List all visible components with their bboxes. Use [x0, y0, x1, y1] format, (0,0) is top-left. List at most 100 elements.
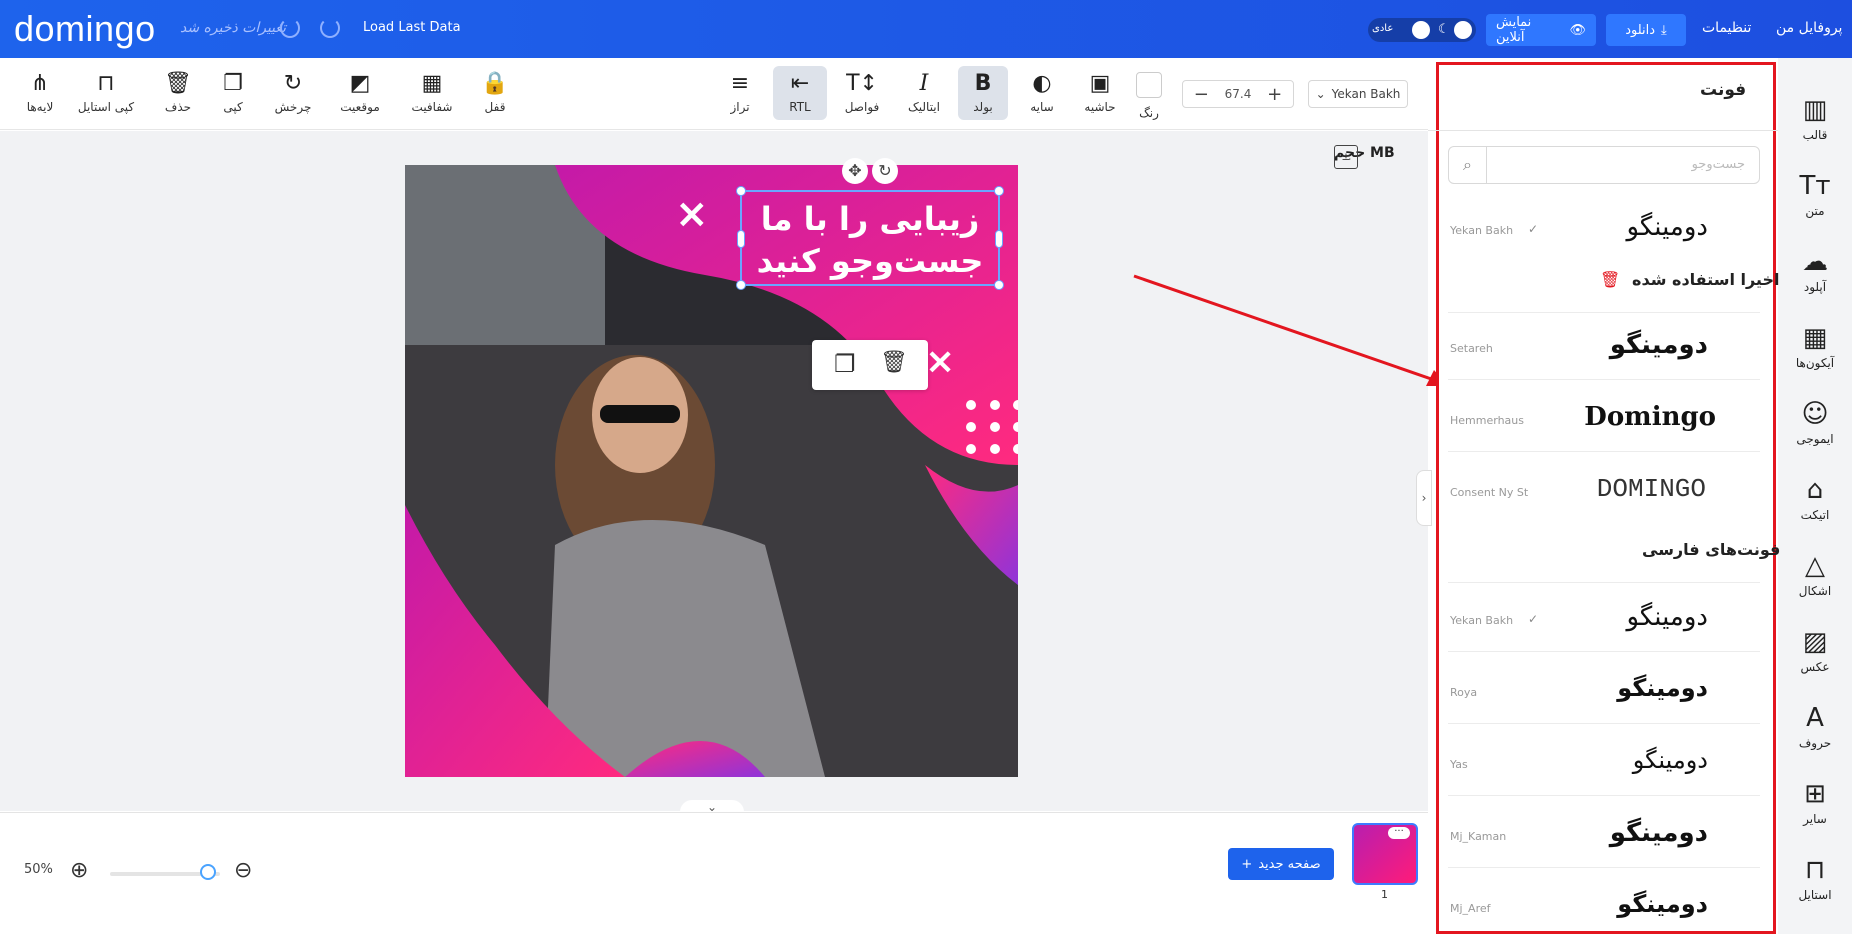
logo: domingo — [14, 8, 156, 49]
rotate-tool[interactable]: ↻ چرخش — [265, 72, 321, 115]
sidebar-item-icons[interactable]: ▦ آیکون‌ها — [1778, 322, 1852, 370]
calculator-icon[interactable]: ± — [1334, 145, 1358, 169]
dark-mode-dot — [1454, 21, 1472, 39]
collapse-panel-tab[interactable]: › — [1416, 470, 1432, 526]
sidebar-item-emoji[interactable]: ☺ ایموجی — [1778, 398, 1852, 446]
spacing-tool[interactable]: T↕ فواصل — [834, 71, 890, 115]
font-row[interactable]: Roya دومینگو — [1448, 664, 1760, 724]
opacity-tool[interactable]: ▦ شفافیت — [404, 72, 460, 115]
copy-icon[interactable]: ❐ — [834, 350, 856, 378]
font-row[interactable]: Consent Ny St DOMINGO — [1448, 464, 1760, 524]
lock-label: قفل — [484, 100, 506, 114]
move-icon[interactable]: ✥ — [842, 158, 868, 184]
italic-tool[interactable]: I ایتالیک — [896, 72, 952, 115]
font-name: Mj_Aref — [1450, 902, 1491, 915]
online-view-label: نمایش آنلاین — [1496, 15, 1532, 45]
rotate-label: چرخش — [274, 100, 312, 114]
font-name: Roya — [1450, 686, 1478, 699]
copy-icon: ❐ — [223, 71, 243, 96]
spacing-icon: T↕ — [846, 71, 878, 96]
theme-toggle[interactable]: عادی ☾ — [1368, 18, 1476, 42]
more-icon: ⊞ — [1804, 779, 1826, 809]
redo-icon[interactable] — [320, 18, 340, 38]
resize-handle[interactable] — [995, 230, 1003, 248]
sidebar-item-upload[interactable]: ☁ آپلود — [1778, 246, 1852, 294]
delete-tool[interactable]: 🗑 حذف — [150, 72, 206, 115]
trash-icon[interactable]: 🗑 — [1600, 270, 1620, 289]
template-icon: ▥ — [1802, 95, 1828, 125]
sidebar-item-more[interactable]: ⊞ سایر — [1778, 778, 1852, 826]
top-bar: domingo تغییرات ذخیره شد Load Last Data … — [0, 0, 1852, 58]
color-swatch[interactable] — [1136, 72, 1162, 98]
sidebar-item-tag[interactable]: ⌂ اتیکت — [1778, 474, 1852, 522]
font-size-stepper[interactable]: − 67.4 + — [1182, 80, 1294, 108]
font-search-input[interactable]: جست‌وجو ⌕ — [1448, 146, 1760, 184]
zoom-level: 50% — [24, 862, 53, 877]
font-row[interactable]: Yekan Bakh ✓ دومینگو — [1448, 592, 1760, 652]
sidebar-item-shapes[interactable]: △ اشکال — [1778, 550, 1852, 598]
bold-tool[interactable]: B بولد — [958, 66, 1008, 120]
plus-icon[interactable]: + — [1256, 84, 1293, 105]
font-size-value[interactable]: 67.4 — [1220, 87, 1257, 101]
annotation-arrow — [1133, 274, 1448, 386]
resize-handle[interactable] — [736, 186, 746, 196]
border-tool[interactable]: ▣ حاشیه — [1072, 72, 1128, 115]
position-tool[interactable]: ◩ موقعیت — [332, 72, 388, 115]
font-row[interactable]: Yas دومینگو — [1448, 736, 1760, 796]
minus-icon[interactable]: − — [1183, 84, 1220, 105]
align-tool[interactable]: ≡ تراز — [712, 72, 768, 115]
lock-tool[interactable]: 🔒 قفل — [467, 71, 523, 115]
font-name: Mj_Kaman — [1450, 830, 1507, 843]
svg-text:×: × — [925, 341, 955, 382]
sidebar-item-letters[interactable]: A حروف — [1778, 702, 1852, 750]
style-icon: ⊓ — [1804, 855, 1826, 885]
resize-handle[interactable] — [736, 280, 746, 290]
rtl-tool[interactable]: ⇤ RTL — [773, 66, 827, 120]
rotate-handle-icon[interactable]: ↻ — [872, 158, 898, 184]
new-page-button[interactable]: + صفحه جدید — [1228, 848, 1334, 880]
more-icon[interactable]: ··· — [1388, 827, 1410, 839]
upload-icon: ☁ — [1802, 247, 1828, 277]
undo-icon[interactable] — [280, 18, 300, 38]
shadow-tool[interactable]: ◐ سایه — [1014, 71, 1070, 115]
zoom-slider-knob[interactable] — [200, 864, 216, 880]
lock-icon: 🔒 — [481, 71, 509, 96]
trash-icon[interactable]: 🗑 — [880, 350, 908, 375]
sidebar-item-image[interactable]: ▨ عکس — [1778, 626, 1852, 674]
search-icon[interactable]: ⌕ — [1449, 147, 1487, 183]
resize-handle[interactable] — [994, 186, 1004, 196]
layers-tool[interactable]: ⋔ لایه‌ها — [12, 72, 68, 115]
load-last-data-button[interactable]: Load Last Data — [363, 20, 461, 35]
eye-icon: 👁 — [1569, 22, 1586, 38]
font-row[interactable]: Hemmerhaus Domingo — [1448, 392, 1760, 452]
page-thumbnail[interactable]: ··· — [1352, 823, 1418, 885]
settings-link[interactable]: تنظیمات — [1702, 20, 1751, 36]
sidebar-item-template[interactable]: ▥ قالب — [1778, 94, 1852, 142]
copy-tool[interactable]: ❐ کپی — [205, 71, 261, 115]
headline-line-2[interactable]: جست‌وجو کنید — [742, 240, 998, 282]
shadow-icon: ◐ — [1032, 71, 1052, 96]
zoom-in-icon[interactable]: ⊕ — [70, 858, 88, 883]
selected-text-box[interactable]: زیبایی را با ما جست‌وجو کنید — [736, 186, 1004, 290]
headline-line-1[interactable]: زیبایی را با ما — [742, 198, 998, 240]
zoom-out-icon[interactable]: ⊖ — [234, 858, 252, 883]
color-tool-label: رنگ — [1139, 106, 1159, 120]
copy-label: کپی — [223, 100, 243, 114]
font-row[interactable]: Mj_Kaman دومینگو — [1448, 808, 1760, 868]
copy-style-tool[interactable]: ⊓ کپی استایل — [76, 72, 136, 115]
online-view-button[interactable]: نمایش آنلاین 👁 — [1486, 14, 1596, 46]
sidebar-item-style[interactable]: ⊓ استایل — [1778, 854, 1852, 902]
resize-handle[interactable] — [994, 280, 1004, 290]
chevron-down-icon: ⌄ — [1315, 87, 1326, 101]
font-row[interactable]: Setareh دومینگو — [1448, 320, 1760, 380]
sidebar-item-text[interactable]: Tт متن — [1778, 170, 1852, 218]
font-row[interactable]: Yekan Bakh ✓ دومینگو — [1448, 202, 1760, 262]
download-button[interactable]: دانلود ⤓ — [1606, 14, 1686, 46]
font-name: Yas — [1450, 758, 1468, 771]
font-row[interactable]: Mj_Aref دومینگو — [1448, 880, 1760, 930]
sidebar-item-label: حروف — [1798, 736, 1832, 750]
profile-link[interactable]: پروفایل من — [1776, 20, 1842, 36]
resize-handle[interactable] — [737, 230, 745, 248]
font-name: Hemmerhaus — [1450, 414, 1524, 427]
font-select[interactable]: ⌄ Yekan Bakh — [1308, 80, 1408, 108]
